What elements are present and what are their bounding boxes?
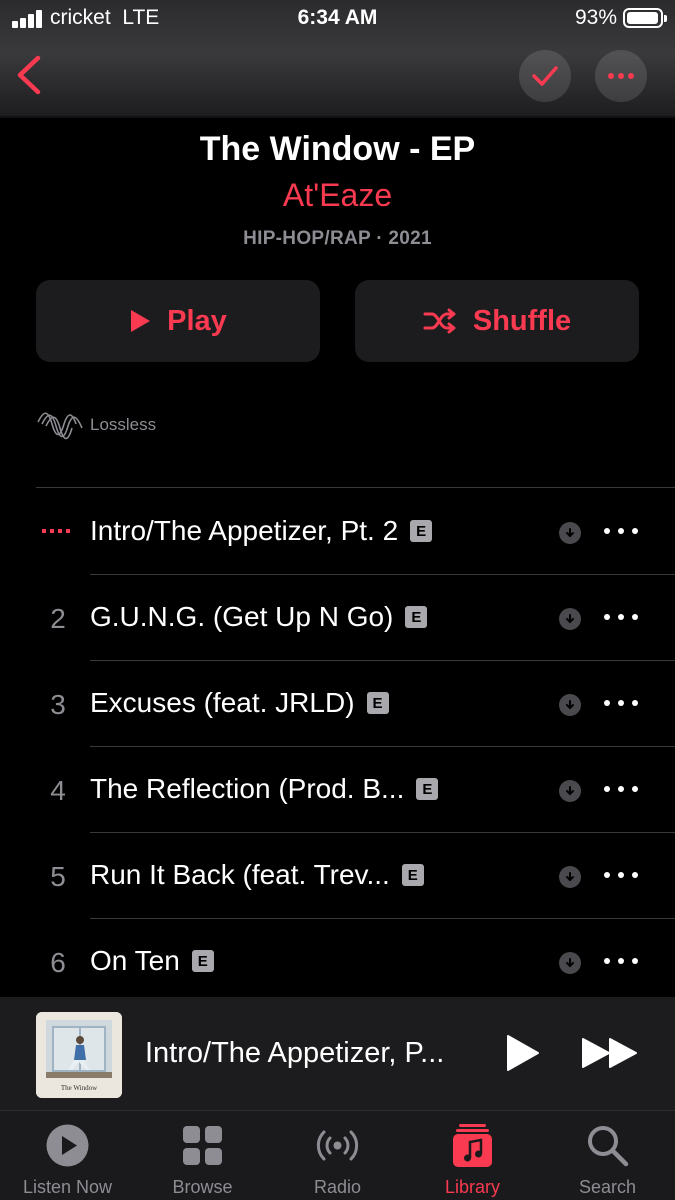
track-more-button[interactable] [604,519,638,543]
shuffle-icon [423,308,456,334]
track-row[interactable]: 3 Excuses (feat. JRLD) E [0,661,675,747]
track-number: 2 [50,603,66,634]
lossless-wave-icon [37,412,83,440]
explicit-badge: E [191,950,214,972]
tab-search[interactable]: Search [540,1111,675,1200]
more-options-button[interactable] [595,50,647,102]
download-icon[interactable] [559,866,581,888]
ellipsis-icon [608,73,634,79]
tab-library[interactable]: Library [405,1111,540,1200]
added-to-library-button[interactable] [519,50,571,102]
chevron-left-icon [17,55,41,95]
track-title: On Ten E [90,945,214,977]
play-icon [131,310,151,332]
music-note-stack-icon [453,1124,492,1167]
back-button[interactable] [12,52,52,98]
artist-name-link[interactable]: At'Eaze [0,177,675,214]
track-number: 6 [50,947,66,978]
track-row[interactable]: 5 Run It Back (feat. Trev... E [0,833,675,919]
track-row[interactable]: 2 G.U.N.G. (Get Up N Go) E [0,575,675,661]
download-icon[interactable] [559,780,581,802]
now-playing-title: Intro/The Appetizer, P... [145,1037,445,1069]
download-icon[interactable] [559,694,581,716]
album-title: The Window - EP [199,130,476,168]
download-icon[interactable] [559,952,581,974]
explicit-badge: E [410,520,433,542]
play-icon [507,1035,539,1071]
tab-label: Library [444,1177,501,1197]
battery-icon [623,8,667,28]
clock: 6:34 AM [297,6,378,29]
album-artwork[interactable]: The Window [36,1012,122,1098]
track-more-button[interactable] [604,605,638,629]
explicit-badge: E [401,864,424,886]
now-playing-indicator-icon [42,529,70,533]
mini-player[interactable]: The Window Intro/The Appetizer, P... [0,997,675,1110]
track-row[interactable]: Intro/The Appetizer, Pt. 2E [0,489,675,575]
track-more-button[interactable] [604,691,638,715]
album-meta: HIP-HOP/RAP · 2021 [243,228,432,249]
fast-forward-icon [582,1038,637,1068]
track-title: G.U.N.G. (Get Up N Go) E [90,601,428,633]
track-more-button[interactable] [604,777,638,801]
mini-play-button[interactable] [502,1033,542,1073]
lossless-label: Lossless [90,415,157,434]
grid-icon [183,1126,222,1165]
checkmark-icon [532,66,558,86]
tab-bar: Listen Now Browse Radio Library Search [0,1110,675,1200]
explicit-badge: E [366,692,389,714]
magnifier-icon [588,1126,629,1167]
tab-radio[interactable]: Radio [270,1111,405,1200]
battery-percent: 93% [574,6,617,29]
play-button[interactable]: Play [36,280,320,362]
lossless-badge: Lossless [36,408,156,442]
download-icon[interactable] [559,608,581,630]
broadcast-icon [316,1130,359,1161]
track-number: 5 [50,861,66,892]
skip-forward-button[interactable] [580,1033,640,1073]
track-title: Excuses (feat. JRLD) E [90,687,389,719]
tab-label: Listen Now [22,1177,113,1197]
track-row[interactable]: 4 The Reflection (Prod. B... E [0,747,675,833]
track-title: Intro/The Appetizer, Pt. 2E [90,515,433,547]
svg-text:The Window: The Window [61,1084,98,1092]
track-more-button[interactable] [604,949,638,973]
track-number: 4 [50,775,66,806]
tab-label: Radio [313,1177,362,1197]
play-label: Play [167,304,227,337]
tab-label: Browse [172,1177,233,1197]
explicit-badge: E [405,606,428,628]
shuffle-button[interactable]: Shuffle [355,280,639,362]
explicit-badge: E [416,778,439,800]
play-circle-icon [46,1124,89,1167]
track-title: Run It Back (feat. Trev... E [90,859,424,891]
download-icon[interactable] [559,522,581,544]
track-more-button[interactable] [604,863,638,887]
tab-label: Search [578,1177,637,1197]
track-number: 3 [50,689,66,720]
track-row[interactable]: 6 On Ten E [0,919,675,1005]
track-title: The Reflection (Prod. B... E [90,773,439,805]
tab-listen-now[interactable]: Listen Now [0,1111,135,1200]
status-bar: cricket LTE 6:34 AM 93% [0,0,675,38]
tab-browse[interactable]: Browse [135,1111,270,1200]
shuffle-label: Shuffle [472,304,572,337]
divider [36,487,675,488]
